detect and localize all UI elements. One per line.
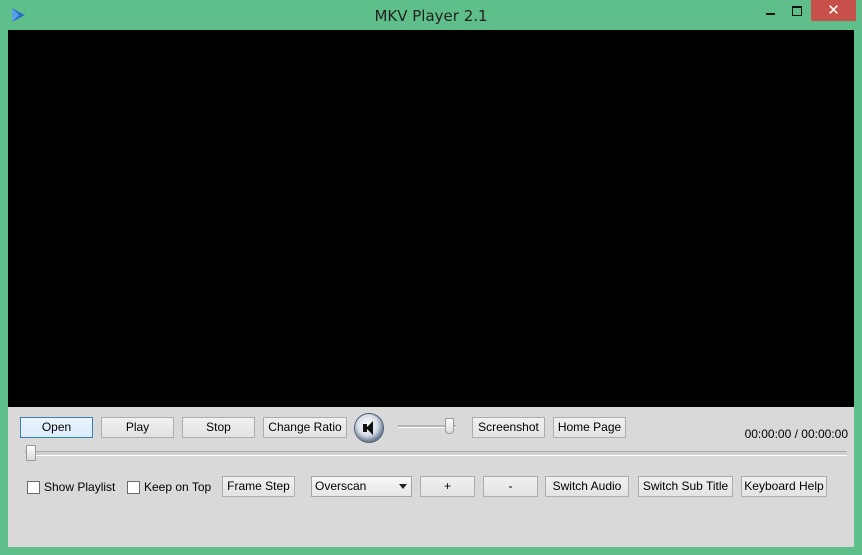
window-title: MKV Player 2.1 xyxy=(374,7,488,25)
time-display: 00:00:00 / 00:00:00 xyxy=(744,427,848,441)
plus-button[interactable]: + xyxy=(420,476,475,497)
minus-button[interactable]: - xyxy=(483,476,538,497)
frame-step-button[interactable]: Frame Step xyxy=(222,476,295,497)
play-button[interactable]: Play xyxy=(101,417,174,438)
seek-bar-track[interactable] xyxy=(25,451,847,456)
home-page-button[interactable]: Home Page xyxy=(553,417,626,438)
open-button[interactable]: Open xyxy=(20,417,93,438)
chevron-down-icon xyxy=(399,484,407,489)
stop-button[interactable]: Stop xyxy=(182,417,255,438)
app-window: MKV Player 2.1 ✕ Open Play Stop Change R… xyxy=(0,0,862,555)
change-ratio-button[interactable]: Change Ratio xyxy=(263,417,347,438)
maximize-button[interactable] xyxy=(784,0,810,21)
speaker-icon[interactable] xyxy=(355,414,383,442)
close-button[interactable]: ✕ xyxy=(811,0,856,21)
switch-sub-title-button[interactable]: Switch Sub Title xyxy=(638,476,733,497)
show-playlist-checkbox[interactable]: Show Playlist xyxy=(27,480,115,494)
player-panel: Open Play Stop Change Ratio Screenshot H… xyxy=(8,30,854,547)
volume-slider-thumb[interactable] xyxy=(445,418,454,434)
checkbox-box[interactable] xyxy=(27,480,40,494)
checkbox-box[interactable] xyxy=(127,480,140,494)
screenshot-button[interactable]: Screenshot xyxy=(472,417,545,438)
video-mode-select[interactable]: Overscan xyxy=(311,476,412,497)
show-playlist-label: Show Playlist xyxy=(44,480,116,494)
minimize-button[interactable] xyxy=(757,0,783,21)
title-bar[interactable]: MKV Player 2.1 ✕ xyxy=(0,0,862,30)
keyboard-help-button[interactable]: Keyboard Help xyxy=(741,476,827,497)
seek-bar-thumb[interactable] xyxy=(26,445,36,461)
switch-audio-button[interactable]: Switch Audio xyxy=(545,476,629,497)
video-mode-value: Overscan xyxy=(315,479,367,493)
keep-on-top-label: Keep on Top xyxy=(144,480,212,494)
keep-on-top-checkbox[interactable]: Keep on Top xyxy=(127,480,211,494)
video-display[interactable] xyxy=(8,30,854,407)
